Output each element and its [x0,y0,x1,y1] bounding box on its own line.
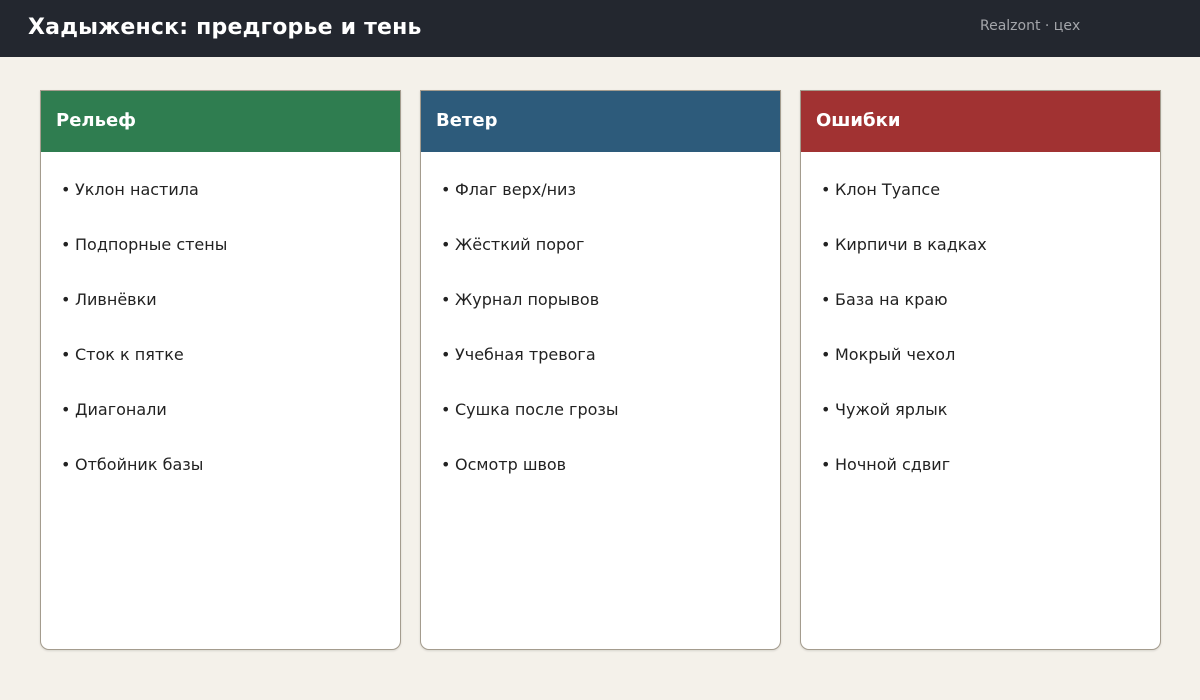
list-item-label: Учебная тревога [455,345,596,364]
card-list: • Уклон настила • Подпорные стены • Ливнёвки •… [41,152,400,499]
list-item-label: Подпорные стены [75,235,228,254]
card-relief: Рельеф • Уклон настила • Подпорные стены • Лив… [40,90,401,650]
bullet-icon: • [821,400,831,419]
bullet-icon: • [441,290,451,309]
card-errors: Ошибки • Клон Туапсе • Кирпичи в кадках • База… [800,90,1161,650]
card-header: Рельеф [41,91,400,152]
bullet-icon: • [441,180,451,199]
list-item: • Сток к пятке [41,334,400,389]
bullet-icon: • [441,400,451,419]
list-item: • Сушка после грозы [421,389,780,444]
list-item: • Жёсткий порог [421,224,780,279]
list-item: • Уклон настила [41,169,400,224]
top-bar: Хадыженск: предгорье и тень Realzont · ц… [0,0,1200,57]
bullet-icon: • [821,455,831,474]
card-list: • Флаг верх/низ • Жёсткий порог • Журнал поры… [421,152,780,499]
list-item-label: Ночной сдвиг [835,455,951,474]
bullet-icon: • [61,455,71,474]
list-item-label: Диагонали [75,400,167,419]
bullet-icon: • [61,235,71,254]
list-item: • Отбойник базы [41,444,400,499]
bullet-icon: • [821,290,831,309]
list-item-label: Чужой ярлык [835,400,948,419]
list-item-label: Флаг верх/низ [455,180,576,199]
bullet-icon: • [821,345,831,364]
bullet-icon: • [441,455,451,474]
list-item: • Чужой ярлык [801,389,1160,444]
card-list: • Клон Туапсе • Кирпичи в кадках • База на кр… [801,152,1160,499]
bullet-icon: • [441,235,451,254]
list-item: • Журнал порывов [421,279,780,334]
bullet-icon: • [821,235,831,254]
list-item: • Клон Туапсе [801,169,1160,224]
list-item: • Флаг верх/низ [421,169,780,224]
list-item: • Подпорные стены [41,224,400,279]
list-item: • Мокрый чехол [801,334,1160,389]
card-header: Ветер [421,91,780,152]
list-item-label: Клон Туапсе [835,180,941,199]
bullet-icon: • [61,290,71,309]
list-item: • Ночной сдвиг [801,444,1160,499]
page-title: Хадыженск: предгорье и тень [28,15,422,40]
bullet-icon: • [61,180,71,199]
list-item: • Учебная тревога [421,334,780,389]
list-item-label: Осмотр швов [455,455,567,474]
list-item-label: Кирпичи в кадках [835,235,987,254]
list-item: • Диагонали [41,389,400,444]
bullet-icon: • [61,400,71,419]
list-item: • Кирпичи в кадках [801,224,1160,279]
list-item-label: Мокрый чехол [835,345,956,364]
card-wind: Ветер • Флаг верх/низ • Жёсткий порог • Журнал… [420,90,781,650]
list-item-label: Отбойник базы [75,455,204,474]
brand-tag: Realzont · цех [980,18,1081,34]
card-header: Ошибки [801,91,1160,152]
list-item: • Ливнёвки [41,279,400,334]
bullet-icon: • [61,345,71,364]
list-item-label: Журнал порывов [455,290,600,309]
list-item-label: Сток к пятке [75,345,184,364]
bullet-icon: • [441,345,451,364]
bullet-icon: • [821,180,831,199]
list-item-label: Ливнёвки [75,290,157,309]
list-item-label: Уклон настила [75,180,199,199]
list-item-label: Жёсткий порог [455,235,585,254]
list-item: • База на краю [801,279,1160,334]
list-item-label: База на краю [835,290,948,309]
list-item: • Осмотр швов [421,444,780,499]
list-item-label: Сушка после грозы [455,400,619,419]
